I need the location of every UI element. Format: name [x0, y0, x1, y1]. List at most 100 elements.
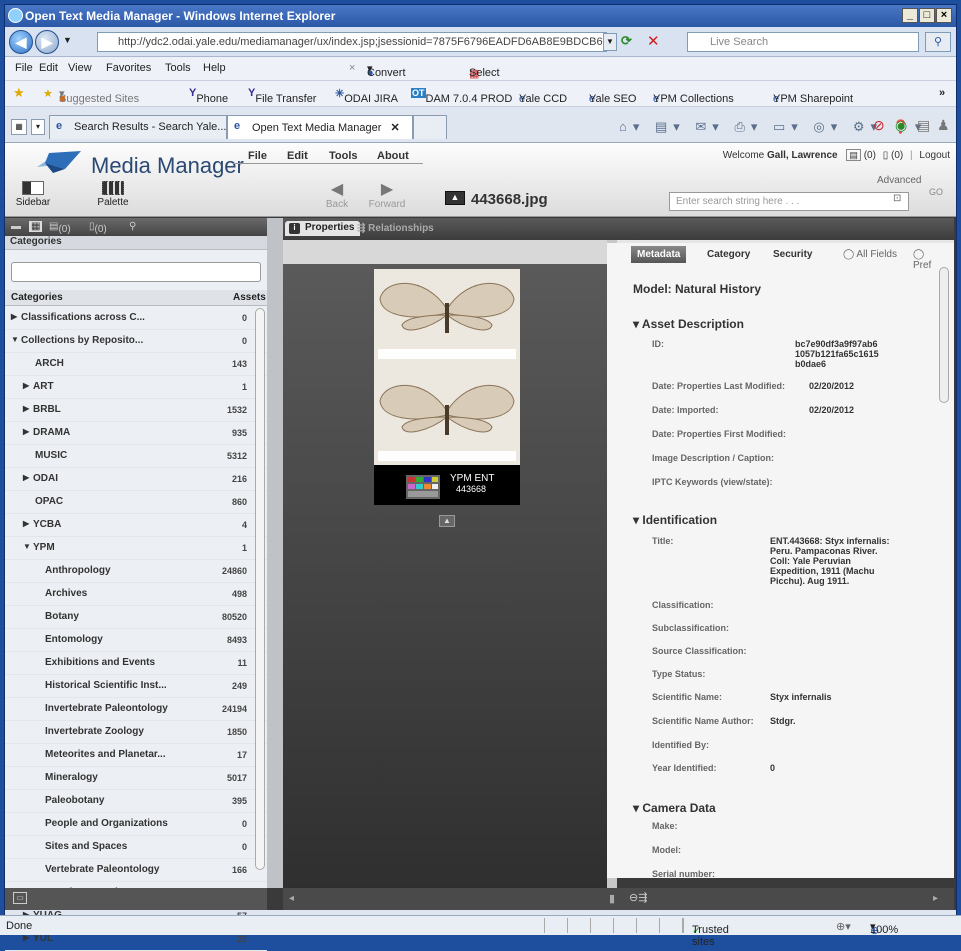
- go-button[interactable]: GO: [929, 187, 943, 197]
- category-row[interactable]: People and Organizations 0: [5, 813, 267, 836]
- category-row[interactable]: Invertebrate Paleontology 24194: [5, 698, 267, 721]
- categories-tab-icon[interactable]: ▦: [29, 221, 43, 232]
- category-row[interactable]: ARCH 143: [5, 353, 267, 376]
- category-row[interactable]: ▶ ART 1: [5, 376, 267, 399]
- messenger-icon[interactable]: ♟: [937, 117, 950, 134]
- expand-arrow-icon[interactable]: ▶: [23, 427, 29, 436]
- app-menu-about[interactable]: About: [377, 150, 409, 162]
- resize-icon[interactable]: ▮: [609, 892, 615, 905]
- quick-tabs-icon[interactable]: ▦: [11, 119, 27, 135]
- block-icon[interactable]: ⊘: [873, 117, 885, 134]
- favorites-star-icon[interactable]: ★: [13, 85, 25, 101]
- clipboard-tab[interactable]: ▯ (0): [89, 221, 107, 235]
- stop-icon[interactable]: ✕: [647, 32, 660, 50]
- app-search-input[interactable]: Enter search string here . . .: [669, 192, 909, 211]
- maximize-button[interactable]: □: [919, 8, 935, 23]
- splitter[interactable]: [267, 218, 283, 888]
- tab-relationships[interactable]: ⇶ Relationships: [357, 223, 434, 234]
- search-tab-icon[interactable]: ⚲: [129, 221, 136, 232]
- col-categories[interactable]: Categories: [11, 292, 63, 303]
- menu-view[interactable]: View: [68, 62, 92, 74]
- app-menu-edit[interactable]: Edit: [287, 150, 308, 162]
- palette-button[interactable]: Palette: [93, 181, 133, 208]
- tab-category[interactable]: Category: [701, 246, 756, 263]
- category-row[interactable]: ▶ ODAI 216: [5, 468, 267, 491]
- menu-file[interactable]: File: [15, 62, 33, 74]
- category-row[interactable]: ▶ YCBA 4: [5, 514, 267, 537]
- blog-icon[interactable]: ▤: [917, 117, 930, 134]
- category-row[interactable]: Mineralogy 5017: [5, 767, 267, 790]
- category-row[interactable]: ▼ Collections by Reposito... 0: [5, 330, 267, 353]
- tab-security[interactable]: Security: [767, 246, 818, 263]
- convert-button[interactable]: ● Convert ▾: [367, 62, 406, 79]
- new-tab-button[interactable]: [413, 115, 447, 139]
- search-options-icon[interactable]: ⊡: [893, 193, 901, 204]
- category-row[interactable]: ▶ BRBL 1532: [5, 399, 267, 422]
- menu-tools[interactable]: Tools: [165, 62, 191, 74]
- close-toolbar-icon[interactable]: ×: [349, 62, 355, 74]
- chevron-right-icon[interactable]: »: [939, 87, 945, 99]
- scroll-left-icon[interactable]: ◂: [289, 893, 294, 904]
- category-row[interactable]: Meteorites and Planetar... 17: [5, 744, 267, 767]
- zoom-control[interactable]: ⊕ 100% ▾: [870, 920, 898, 937]
- add-favorite-icon[interactable]: ★: [43, 87, 53, 100]
- category-row[interactable]: Archives 498: [5, 583, 267, 606]
- forward-icon[interactable]: ▶: [35, 30, 59, 54]
- category-row[interactable]: Exhibitions and Events 11: [5, 652, 267, 675]
- category-row[interactable]: Botany 80520: [5, 606, 267, 629]
- minimize-button[interactable]: _: [902, 8, 918, 23]
- image-preview-icon[interactable]: ▲: [439, 515, 455, 527]
- expand-arrow-icon[interactable]: ▶: [11, 312, 17, 321]
- expand-arrow-icon[interactable]: ▶: [23, 519, 29, 528]
- camera-data-heading[interactable]: ▾ Camera Data: [633, 801, 716, 815]
- expand-arrow-icon[interactable]: ▶: [23, 404, 29, 413]
- advanced-search-link[interactable]: Advanced: [877, 175, 921, 186]
- close-tab-icon[interactable]: ✕: [391, 122, 400, 134]
- category-row[interactable]: ▶ DRAMA 935: [5, 422, 267, 445]
- forward-button[interactable]: ▶ Forward: [365, 179, 409, 210]
- preview-tab[interactable]: ▤ (0): [49, 221, 71, 235]
- search-icon[interactable]: ⚲: [925, 32, 951, 52]
- folder-tab-icon[interactable]: ▬: [11, 221, 21, 232]
- category-row[interactable]: MUSIC 5312: [5, 445, 267, 468]
- address-field[interactable]: http://ydc2.odai.yale.edu/mediamanager/u…: [97, 32, 607, 52]
- category-row[interactable]: ▼ YPM 1: [5, 537, 267, 560]
- category-row[interactable]: OPAC 860: [5, 491, 267, 514]
- category-row[interactable]: Historical Scientific Inst... 249: [5, 675, 267, 698]
- fav-phone[interactable]: Y Phone: [189, 87, 228, 105]
- category-row[interactable]: Vertebrate Paleontology 166: [5, 859, 267, 882]
- app-menu-file[interactable]: File: [248, 150, 267, 162]
- metadata-scrollbar[interactable]: [939, 267, 949, 403]
- app-menu-tools[interactable]: Tools: [329, 150, 358, 162]
- all-fields-radio[interactable]: ◯ All Fields: [837, 246, 903, 263]
- fav-odai-jira[interactable]: ✳ ODAI JIRA: [335, 87, 398, 105]
- back-icon[interactable]: ◀: [9, 30, 33, 54]
- expand-arrow-icon[interactable]: ▶: [23, 473, 29, 482]
- expand-arrow-icon[interactable]: ▶: [23, 381, 29, 390]
- back-button[interactable]: ◀ Back: [317, 179, 357, 210]
- fav-file-transfer[interactable]: Y File Transfer: [248, 87, 316, 105]
- col-assets[interactable]: Assets: [233, 292, 266, 303]
- fav-suggested-sites[interactable]: ■ Suggested Sites ▾: [59, 87, 139, 105]
- collapse-arrow-icon[interactable]: ▼: [11, 335, 19, 344]
- history-dropdown-icon[interactable]: ▼: [63, 35, 72, 45]
- category-row[interactable]: Invertebrate Zoology 1850: [5, 721, 267, 744]
- tab-list-icon[interactable]: ▾: [31, 119, 45, 135]
- window-toggle-icon[interactable]: ▭: [13, 892, 27, 904]
- address-dropdown-icon[interactable]: ▼: [603, 33, 617, 51]
- asset-thumbnail[interactable]: YPM ENT 443668: [374, 269, 520, 505]
- category-row[interactable]: Anthropology 24860: [5, 560, 267, 583]
- identification-heading[interactable]: ▾ Identification: [633, 513, 717, 527]
- tab-media-manager[interactable]: e Open Text Media Manager ✕: [227, 115, 413, 139]
- category-filter-input[interactable]: [11, 262, 261, 282]
- category-row[interactable]: Paleobotany 395: [5, 790, 267, 813]
- category-row[interactable]: Sites and Spaces 0: [5, 836, 267, 859]
- category-scrollbar[interactable]: [255, 308, 265, 870]
- menu-favorites[interactable]: Favorites: [106, 62, 151, 74]
- refresh-icon[interactable]: ⟳: [621, 33, 632, 49]
- tab-metadata[interactable]: Metadata: [631, 246, 687, 263]
- menu-help[interactable]: Help: [203, 62, 226, 74]
- sidebar-button[interactable]: Sidebar: [13, 181, 53, 208]
- fav-dam-prod[interactable]: OT DAM 7.0.4 PROD: [411, 87, 512, 105]
- asset-description-heading[interactable]: ▾ Asset Description: [633, 317, 744, 331]
